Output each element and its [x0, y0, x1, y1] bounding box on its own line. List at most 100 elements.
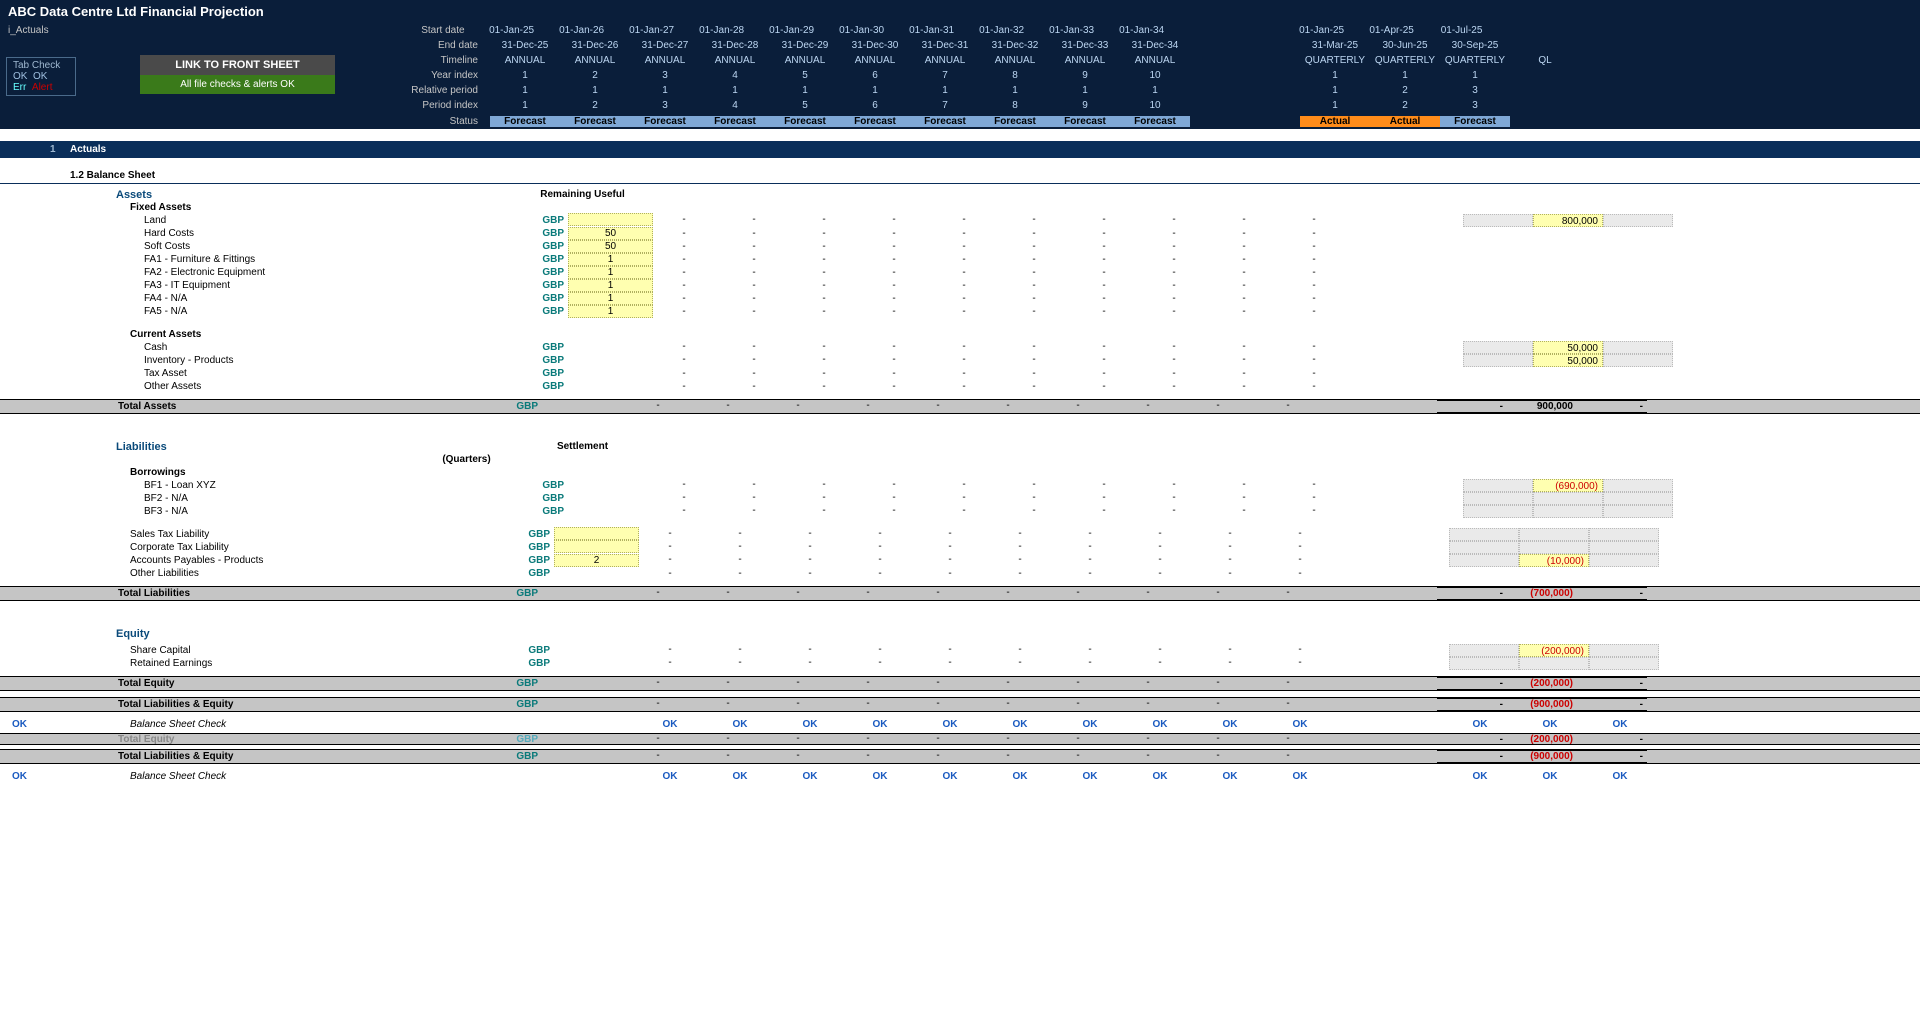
fixed-assets-heading: Fixed Assets	[0, 202, 510, 213]
data-cell: -	[639, 528, 709, 541]
input-cell[interactable]	[554, 540, 639, 553]
data-cell: -	[863, 492, 933, 505]
total-assets-row: Total Assets GBP -----------900,000-	[0, 399, 1920, 414]
q-input-blank[interactable]	[1603, 492, 1673, 505]
data-cell: -	[1213, 214, 1283, 227]
q-input-blank[interactable]	[1449, 528, 1519, 541]
q-input[interactable]: (10,000)	[1519, 554, 1589, 567]
data-cell: -	[933, 354, 1003, 367]
q-input-blank[interactable]	[1603, 479, 1673, 492]
header-cell: 8	[980, 100, 1050, 111]
data-cell: -	[1213, 280, 1283, 291]
q-input-blank[interactable]	[1449, 657, 1519, 670]
q-input[interactable]: 800,000	[1533, 214, 1603, 227]
input-cell[interactable]: 2	[554, 554, 639, 567]
header-cell: Forecast	[1120, 116, 1190, 127]
header-cell: 31-Dec-31	[910, 40, 980, 51]
q-input[interactable]: 50,000	[1533, 354, 1603, 367]
input-cell[interactable]: 50	[568, 227, 653, 240]
q-input-blank[interactable]	[1533, 505, 1603, 518]
balance-check-row: OK Balance Sheet Check OKOKOKOKOKOKOKOKO…	[0, 770, 1920, 783]
check-ok-q: OK	[1449, 771, 1519, 782]
data-cell: -	[779, 644, 849, 657]
q-input[interactable]: 50,000	[1533, 341, 1603, 354]
data-cell: -	[863, 228, 933, 239]
q-input-blank[interactable]	[1463, 492, 1533, 505]
q-input-blank[interactable]	[1463, 479, 1533, 492]
q-input[interactable]: (690,000)	[1533, 479, 1603, 492]
data-cell: -	[793, 368, 863, 379]
q-total: 900,000	[1507, 400, 1577, 413]
data-cell: -	[697, 733, 767, 745]
input-cell[interactable]: 50	[568, 240, 653, 253]
data-cell: -	[767, 677, 837, 690]
data-cell: -	[837, 733, 907, 745]
q-input-blank[interactable]	[1463, 354, 1533, 367]
data-cell: -	[709, 568, 779, 579]
data-cell: -	[1003, 241, 1073, 252]
data-cell: -	[1257, 587, 1327, 600]
input-cell[interactable]	[568, 213, 653, 226]
q-input-blank[interactable]	[1519, 528, 1589, 541]
line-label: Other Assets	[0, 381, 524, 392]
q-input-blank[interactable]	[1519, 657, 1589, 670]
data-cell: -	[767, 698, 837, 711]
q-input-blank[interactable]	[1463, 505, 1533, 518]
data-cell: -	[1213, 354, 1283, 367]
data-cell: -	[1257, 698, 1327, 711]
data-cell: -	[1199, 541, 1269, 554]
header-cell-q: QL	[1510, 55, 1580, 66]
data-cell: -	[709, 541, 779, 554]
header-cell-q: Forecast	[1440, 116, 1510, 127]
input-cell[interactable]: 1	[568, 266, 653, 279]
data-cell: -	[723, 214, 793, 227]
input-cell[interactable]: 1	[568, 279, 653, 292]
data-cell: -	[1059, 568, 1129, 579]
q-input-blank[interactable]	[1603, 354, 1673, 367]
q-input-blank[interactable]	[1603, 505, 1673, 518]
q-input-blank[interactable]	[1589, 644, 1659, 657]
header-cell: 9	[1050, 70, 1120, 81]
section-header: 1 Actuals	[0, 141, 1920, 158]
q-input-blank[interactable]	[1519, 541, 1589, 554]
q-input-blank[interactable]	[1463, 214, 1533, 227]
data-cell: -	[1117, 677, 1187, 690]
data-cell: -	[977, 698, 1047, 711]
line-label: FA4 - N/A	[0, 293, 524, 304]
q-input-blank[interactable]	[1589, 528, 1659, 541]
q-total: -	[1577, 750, 1647, 763]
input-cell[interactable]: 1	[568, 305, 653, 318]
q-input-blank[interactable]	[1449, 541, 1519, 554]
data-cell: -	[849, 528, 919, 541]
check-ok: OK	[639, 719, 709, 730]
q-input-blank[interactable]	[1603, 341, 1673, 354]
data-cell: -	[1213, 306, 1283, 317]
header-cell: 1	[560, 85, 630, 96]
q-total: -	[1577, 677, 1647, 690]
q-input[interactable]: (200,000)	[1519, 644, 1589, 657]
data-cell: -	[933, 368, 1003, 379]
data-cell: -	[837, 698, 907, 711]
hdr-period-index-label: Period index	[0, 100, 490, 111]
q-input-blank[interactable]	[1603, 214, 1673, 227]
q-input-blank[interactable]	[1589, 541, 1659, 554]
header-cell: 1	[490, 70, 560, 81]
input-cell[interactable]: 1	[568, 253, 653, 266]
q-input-blank[interactable]	[1533, 492, 1603, 505]
input-cell[interactable]: 1	[568, 292, 653, 305]
check-label: Balance Sheet Check	[0, 719, 510, 730]
q-input-blank[interactable]	[1463, 341, 1533, 354]
q-input-blank[interactable]	[1589, 657, 1659, 670]
data-cell: -	[863, 381, 933, 392]
input-cell[interactable]	[554, 527, 639, 540]
subsection-header: 1.2 Balance Sheet	[0, 164, 1920, 183]
q-input-blank[interactable]	[1449, 554, 1519, 567]
data-cell: -	[1143, 381, 1213, 392]
check-ok: OK	[709, 719, 779, 730]
link-front-sheet-button[interactable]: LINK TO FRONT SHEET	[140, 55, 335, 75]
data-cell: -	[863, 280, 933, 291]
data-cell: -	[1213, 228, 1283, 239]
q-input-blank[interactable]	[1589, 554, 1659, 567]
dup-total-equity-row: Total EquityGBP-----------(200,000)-	[0, 733, 1920, 745]
q-input-blank[interactable]	[1449, 644, 1519, 657]
